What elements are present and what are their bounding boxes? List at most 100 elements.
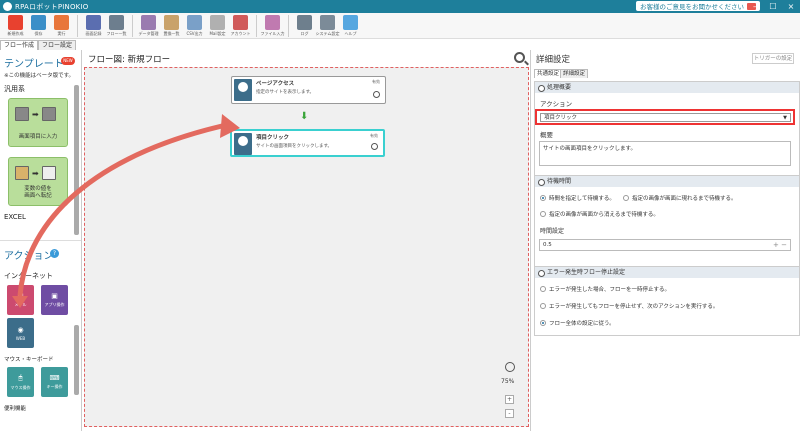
expand-icon[interactable] <box>373 91 380 98</box>
toolbar-button-record[interactable]: 画面記録 <box>82 13 105 39</box>
step-enabled-toggle[interactable]: 有効 <box>370 133 378 139</box>
toolbar-label: ログ <box>300 31 309 36</box>
toolbar-button-replace[interactable]: 置換一覧 <box>160 13 183 39</box>
file-input-icon <box>265 15 280 30</box>
account-icon <box>233 15 248 30</box>
error-option-pause[interactable]: エラーが発生した場合、フローを一時停止する。 <box>540 285 670 293</box>
tab-common-settings[interactable]: 共通設定 <box>534 69 563 78</box>
action-tile-app[interactable]: ▣ アプリ操作 <box>41 285 68 315</box>
wait-option-time[interactable]: 時間を指定して待機する。 <box>540 194 615 202</box>
csv-icon <box>187 15 202 30</box>
flow-step-page-access[interactable]: ページアクセス 指定のサイトを表示します。 有効 <box>231 76 386 104</box>
help-icon <box>343 15 358 30</box>
radio-label: エラーが発生してもフローを停止せず、次のアクションを実行する。 <box>549 304 719 310</box>
trigger-settings-button[interactable]: トリガーの設定 <box>752 53 794 64</box>
tab-flow-settings[interactable]: フロー設定 <box>38 40 77 50</box>
template-card-graphic: ➡ <box>15 107 56 121</box>
step-enabled-toggle[interactable]: 有効 <box>372 79 380 85</box>
globe-icon: ◉ <box>17 325 24 334</box>
section-excel: EXCEL <box>4 213 26 221</box>
radio-icon <box>540 303 546 309</box>
template-card-input[interactable]: ➡ 画面項目に入力 <box>8 98 68 147</box>
template-card-graphic: ➡ <box>15 166 56 180</box>
screen-icon <box>41 107 56 121</box>
action-tile-web[interactable]: ◉ WEB <box>7 318 34 348</box>
title-bar: RPAロボットPINOKIO お客様のご意見をお聞かせください – ☐ × <box>0 0 800 13</box>
action-tile-mouse[interactable]: 🖱 マウス操作 <box>7 367 34 397</box>
toolbar-button-database[interactable]: データ管理 <box>137 13 160 39</box>
toolbar-label: 置換一覧 <box>163 31 180 36</box>
step-description: サイトの画面項目をクリックします。 <box>256 144 333 149</box>
template-card-label: 変数の値を 画面へ転記 <box>24 186 52 199</box>
error-option-continue[interactable]: エラーが発生してもフローを停止せず、次のアクションを実行する。 <box>540 302 718 310</box>
mail-icon: ✉ <box>17 292 24 300</box>
flow-canvas[interactable]: ページアクセス 指定のサイトを表示します。 有効 ⬇ 項目クリック サイトの画面… <box>84 67 529 427</box>
toolbar-button-csv[interactable]: CSV出力 <box>183 13 206 39</box>
action-tile-mail[interactable]: ✉ メール <box>7 285 34 315</box>
toolbar-button-save[interactable]: 保存 <box>27 13 50 39</box>
arrow-right-icon: ➡ <box>32 168 39 178</box>
toolbar-button-gear[interactable]: システム設定 <box>316 13 339 39</box>
toolbar-separator <box>77 15 78 37</box>
radio-label: フロー全体の設定に従う。 <box>549 321 615 327</box>
section-wait-header[interactable]: 待機時間 <box>535 176 799 187</box>
section-error-header[interactable]: エラー発生時フロー停止設定 <box>535 267 799 278</box>
minimize-icon[interactable]: – <box>746 0 764 13</box>
wait-option-image-disappear[interactable]: 指定の画像が画面から消えるまで待機する。 <box>540 210 659 218</box>
record-icon <box>86 15 101 30</box>
toolbar-button-help[interactable]: ヘルプ <box>339 13 362 39</box>
database-icon <box>141 15 156 30</box>
flow-step-item-click[interactable]: 項目クリック サイトの画面項目をクリックします。 有効 <box>230 129 385 157</box>
tab-flow-create[interactable]: フロー作成 <box>0 40 39 50</box>
action-scrollbar[interactable] <box>74 325 79 395</box>
section-processing-header[interactable]: 処理概要 <box>535 82 799 93</box>
toolbar-button-mail[interactable]: Mail設定 <box>206 13 229 39</box>
help-icon[interactable]: ? <box>50 249 59 258</box>
expand-icon[interactable] <box>371 143 378 150</box>
error-option-follow-flow[interactable]: フロー全体の設定に従う。 <box>540 319 615 327</box>
action-tile-label: WEB <box>15 335 26 341</box>
toolbar-button-new-doc[interactable]: 新規作成 <box>4 13 27 39</box>
run-icon <box>54 15 69 30</box>
web-icon <box>234 79 252 101</box>
action-tile-keyboard[interactable]: ⌨ キー操作 <box>41 367 68 397</box>
toolbar-button-run[interactable]: 実行 <box>50 13 73 39</box>
box-icon <box>15 166 29 180</box>
keyboard-icon: ⌨ <box>49 374 60 382</box>
time-input[interactable]: 0.5 + − <box>539 239 791 251</box>
close-icon[interactable]: × <box>782 0 800 13</box>
maximize-icon[interactable]: ☐ <box>764 0 782 13</box>
toolbar-separator <box>288 15 289 37</box>
replace-icon <box>164 15 179 30</box>
search-icon[interactable] <box>514 52 525 63</box>
toolbar-label: 新規作成 <box>7 31 24 36</box>
radio-label: 時間を指定して待機する。 <box>549 196 615 202</box>
zoom-up-icon[interactable] <box>505 362 515 372</box>
list-icon <box>109 15 124 30</box>
toolbar-button-log[interactable]: ログ <box>293 13 316 39</box>
toolbar-button-account[interactable]: アカウント <box>229 13 252 39</box>
log-icon <box>297 15 312 30</box>
action-tile-label: メール <box>14 302 27 307</box>
zoom-in-button[interactable]: + <box>505 395 514 404</box>
template-card-transfer[interactable]: ➡ 変数の値を 画面へ転記 <box>8 157 68 206</box>
app-window-icon: ▣ <box>51 292 58 300</box>
toolbar-label: 実行 <box>57 31 66 36</box>
action-heading: アクション <box>4 251 54 262</box>
stepper-icon[interactable]: + − <box>773 240 787 251</box>
app-logo-icon <box>3 2 12 11</box>
wait-option-image-appear[interactable]: 指定の画像が画面に現れるまで待機する。 <box>623 194 737 202</box>
summary-textarea[interactable]: サイトの画面項目をクリックします。 <box>539 141 791 166</box>
radio-label: エラーが発生した場合、フローを一時停止する。 <box>549 287 671 293</box>
template-scrollbar[interactable] <box>74 85 79 235</box>
template-heading: テンプレート <box>4 59 64 70</box>
feedback-button[interactable]: お客様のご意見をお聞かせください <box>636 1 760 11</box>
tab-detail-settings[interactable]: 詳細設定 <box>560 69 589 78</box>
toolbar-button-file-input[interactable]: ファイル入力 <box>261 13 285 39</box>
radio-icon <box>540 286 546 292</box>
zoom-out-button[interactable]: - <box>505 409 514 418</box>
beta-note: ※この機能はベータ版です。 <box>4 73 75 79</box>
zoom-level: 75% <box>501 378 515 385</box>
toolbar-button-list[interactable]: フロー一覧 <box>105 13 128 39</box>
toolbar-label: システム設定 <box>315 31 340 36</box>
